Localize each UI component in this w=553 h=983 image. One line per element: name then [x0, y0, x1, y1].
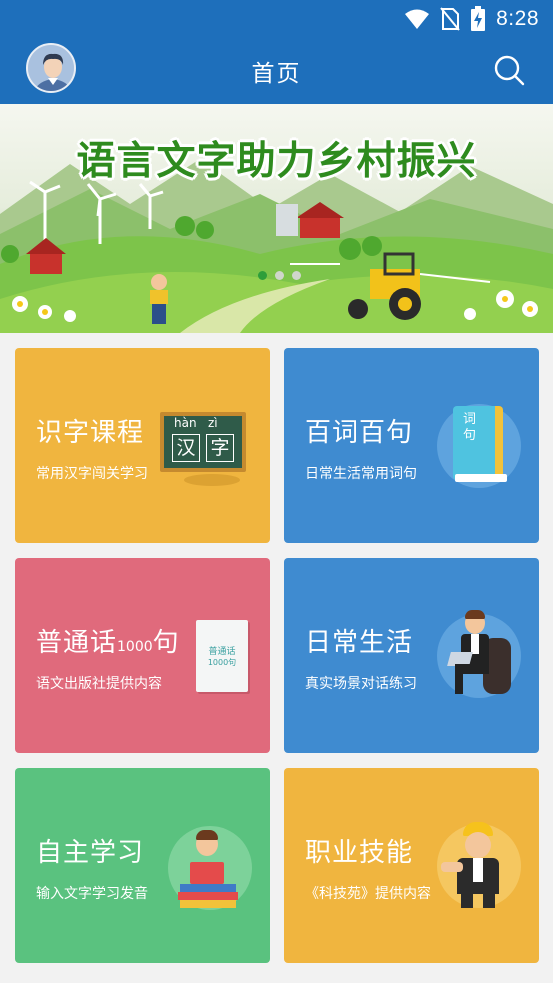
card-title: 百词百句	[305, 418, 414, 448]
app-bar: 首页	[0, 38, 553, 104]
card-subtitle: 真实场景对话练习	[305, 676, 417, 692]
worker-helmet-icon	[435, 814, 525, 910]
board-char-2: 字	[206, 434, 234, 462]
carousel-indicators	[258, 271, 301, 280]
banner-carousel[interactable]: 语言文字助力乡村振兴	[0, 104, 553, 333]
card-subtitle: 语文出版社提供内容	[36, 676, 162, 692]
blackboard-icon: hàn zì 汉 字	[160, 406, 270, 486]
battery-charging-icon	[471, 6, 486, 31]
card-title: 职业技能	[305, 838, 414, 868]
book-icon: 词句	[435, 400, 525, 490]
board-pinyin: hàn zì	[174, 416, 218, 430]
carousel-dot[interactable]	[292, 271, 301, 280]
search-icon[interactable]	[493, 54, 525, 86]
no-sim-icon	[440, 7, 460, 31]
cover-title: 普通话	[208, 647, 236, 657]
card-subtitle: 输入文字学习发音	[36, 886, 148, 902]
card-literacy-course[interactable]: 识字课程 常用汉字闯关学习 hàn zì 汉 字	[15, 348, 270, 543]
status-time: 8:28	[496, 7, 539, 30]
book-label: 词句	[463, 412, 477, 443]
card-mandarin-1000[interactable]: 普通话1000句 语文出版社提供内容 普通话 1000句	[15, 558, 270, 753]
card-subtitle: 常用汉字闯关学习	[36, 466, 148, 482]
board-char-1: 汉	[172, 434, 200, 462]
card-subtitle: 《科技苑》提供内容	[305, 886, 431, 902]
card-subtitle: 日常生活常用词句	[305, 466, 417, 482]
card-title: 识字课程	[36, 418, 145, 448]
cover-subtitle: 1000句	[207, 658, 237, 667]
card-words-sentences[interactable]: 百词百句 日常生活常用词句 词句	[284, 348, 539, 543]
card-vocational-skills[interactable]: 职业技能 《科技苑》提供内容	[284, 768, 539, 963]
card-title: 自主学习	[36, 838, 145, 868]
carousel-dot-active[interactable]	[258, 271, 267, 280]
card-title: 日常生活	[305, 628, 414, 658]
banner-title: 语言文字助力乡村振兴	[76, 139, 477, 184]
book-cover-icon: 普通话 1000句	[196, 620, 256, 695]
wifi-icon	[405, 9, 430, 29]
card-title: 普通话1000句	[36, 628, 180, 658]
man-with-laptop-icon	[435, 608, 525, 700]
status-bar: 8:28	[0, 0, 553, 38]
carousel-dot[interactable]	[275, 271, 284, 280]
card-daily-life[interactable]: 日常生活 真实场景对话练习	[284, 558, 539, 753]
card-self-study[interactable]: 自主学习 输入文字学习发音	[15, 768, 270, 963]
student-reading-icon	[166, 822, 256, 912]
page-title: 首页	[251, 61, 302, 87]
